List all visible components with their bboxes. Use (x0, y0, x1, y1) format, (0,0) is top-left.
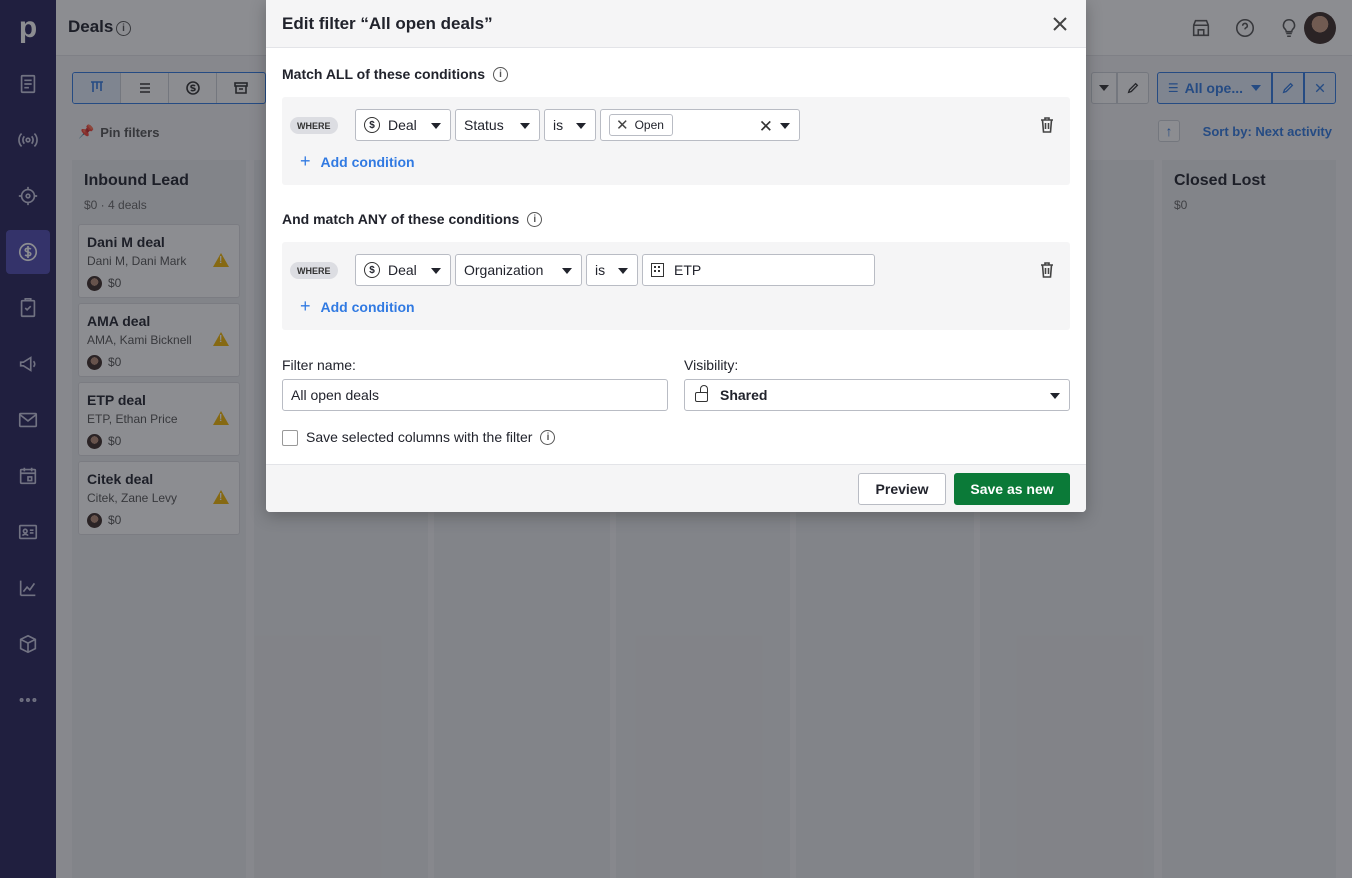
operator-select[interactable]: is (544, 109, 596, 141)
entity-select[interactable]: $ Deal (355, 109, 451, 141)
field-value: Status (464, 117, 504, 133)
trash-icon[interactable] (1040, 117, 1054, 133)
tag-label: Open (634, 118, 664, 132)
chevron-down-icon (576, 123, 586, 129)
remove-tag-icon[interactable]: ✕ (616, 118, 629, 133)
all-conditions-box: WHERE $ Deal Status is ✕ Open ✕ + Add co… (282, 97, 1070, 185)
info-icon[interactable]: i (527, 211, 543, 227)
unlock-icon (695, 385, 708, 402)
match-all-heading: Match ALL of these conditions i (282, 66, 509, 82)
entity-value: Deal (388, 262, 417, 278)
preview-button[interactable]: Preview (858, 473, 946, 505)
organization-value: ETP (674, 262, 702, 278)
operator-select[interactable]: is (586, 254, 638, 286)
visibility-select[interactable]: Shared (684, 379, 1070, 411)
value-multiselect[interactable]: ✕ Open ✕ (600, 109, 800, 141)
match-all-label: Match ALL of these conditions (282, 66, 486, 82)
chevron-down-icon (431, 123, 441, 129)
any-conditions-box: WHERE $ Deal Organization is ETP + Add c… (282, 242, 1070, 330)
add-condition-label: Add condition (320, 298, 415, 315)
visibility-label: Visibility: (684, 357, 739, 373)
plus-icon: + (300, 151, 311, 171)
modal-footer: Preview Save as new (266, 464, 1086, 512)
operator-value: is (553, 117, 564, 133)
info-icon[interactable]: i (540, 429, 556, 445)
value-tag: ✕ Open (609, 114, 673, 136)
organization-select[interactable]: ETP (642, 254, 875, 286)
add-condition-label: Add condition (320, 153, 415, 170)
modal-header: Edit filter “All open deals” (266, 0, 1086, 48)
operator-value: is (595, 262, 606, 278)
entity-select[interactable]: $ Deal (355, 254, 451, 286)
plus-icon: + (300, 296, 311, 316)
filter-name-input[interactable]: All open deals (282, 379, 668, 411)
match-any-label: And match ANY of these conditions (282, 211, 520, 227)
chevron-down-icon (618, 268, 628, 274)
visibility-value: Shared (720, 387, 768, 403)
save-columns-row: Save selected columns with the filter i (306, 429, 556, 445)
save-as-new-button[interactable]: Save as new (954, 473, 1070, 505)
filter-name-label: Filter name: (282, 357, 356, 373)
modal-title: Edit filter “All open deals” (282, 14, 493, 33)
field-select[interactable]: Organization (455, 254, 582, 286)
chevron-down-icon (780, 123, 790, 129)
building-icon (651, 263, 664, 277)
deal-icon: $ (364, 262, 380, 278)
where-badge: WHERE (290, 262, 338, 279)
deal-icon: $ (364, 117, 380, 133)
chevron-down-icon (1050, 393, 1060, 399)
add-condition-button[interactable]: + Add condition (300, 296, 415, 317)
field-value: Organization (464, 262, 544, 278)
where-badge: WHERE (290, 117, 338, 134)
chevron-down-icon (520, 123, 530, 129)
chevron-down-icon (431, 268, 441, 274)
clear-icon[interactable]: ✕ (759, 117, 773, 137)
save-columns-checkbox[interactable] (282, 430, 298, 446)
match-any-heading: And match ANY of these conditions i (282, 211, 543, 227)
edit-filter-modal: Edit filter “All open deals” Match ALL o… (266, 0, 1086, 512)
trash-icon[interactable] (1040, 262, 1054, 278)
info-icon[interactable]: i (493, 66, 509, 82)
add-condition-button[interactable]: + Add condition (300, 151, 415, 172)
save-columns-label[interactable]: Save selected columns with the filter (306, 429, 532, 445)
field-select[interactable]: Status (455, 109, 540, 141)
entity-value: Deal (388, 117, 417, 133)
chevron-down-icon (562, 268, 572, 274)
close-icon[interactable] (1050, 14, 1070, 34)
